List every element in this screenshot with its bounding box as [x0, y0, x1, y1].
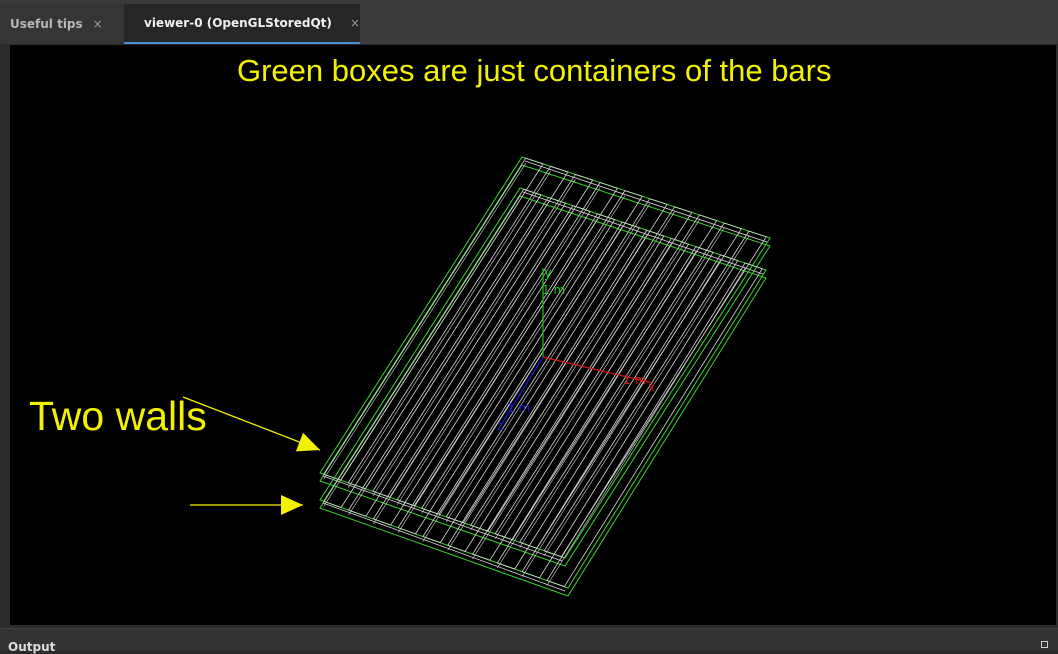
bar-edge — [373, 210, 574, 525]
bar-edge — [422, 226, 623, 542]
axis-z-length: 1 m — [507, 401, 530, 415]
bar-edge — [348, 202, 549, 516]
bar-edge — [397, 218, 598, 533]
detector-scene: y1 m1 m x1 mz — [182, 156, 771, 597]
opengl-viewer[interactable]: y1 m1 mx1 mz — [10, 45, 1056, 625]
axis-x-label: x — [648, 380, 655, 394]
bar-edge — [521, 259, 721, 577]
axis-z-label: z — [497, 419, 503, 433]
close-icon[interactable]: × — [350, 16, 360, 30]
tab-useful-tips[interactable]: Useful tips × — [0, 4, 124, 44]
bar-edge — [472, 243, 672, 560]
restore-icon[interactable] — [1041, 641, 1048, 648]
annotation-two-walls: Two walls — [29, 393, 207, 439]
bar-edge — [323, 194, 524, 507]
axis-y-label: y — [544, 266, 552, 281]
arrow-upper-wall-head — [295, 432, 320, 452]
bar-edge — [421, 195, 626, 514]
scintillator-bar — [546, 262, 763, 588]
scintillator-bar — [543, 230, 767, 558]
bar-edge — [323, 163, 526, 480]
output-panel-header: Output — [0, 628, 1058, 654]
tab-bar: Useful tips × viewer-0 (OpenGLStoredQt) … — [0, 0, 1058, 45]
close-icon[interactable]: × — [93, 17, 103, 31]
output-panel-title: Output — [8, 640, 56, 654]
arrow-lower-wall-head — [281, 495, 303, 515]
bar-edge — [396, 187, 601, 505]
bar-edge — [546, 267, 746, 586]
axis-x-length: 1 m — [623, 373, 646, 387]
annotation-containers: Green boxes are just containers of the b… — [237, 53, 832, 88]
bar-edge — [470, 211, 675, 531]
tab-label: viewer-0 (OpenGLStoredQt) — [144, 16, 332, 30]
tab-label: Useful tips — [10, 17, 83, 31]
tab-viewer-0[interactable]: viewer-0 (OpenGLStoredQt) × — [124, 4, 360, 44]
bar-edge — [372, 179, 576, 497]
axis-y-length: 1 m — [542, 283, 565, 297]
bar-edge — [347, 171, 551, 488]
